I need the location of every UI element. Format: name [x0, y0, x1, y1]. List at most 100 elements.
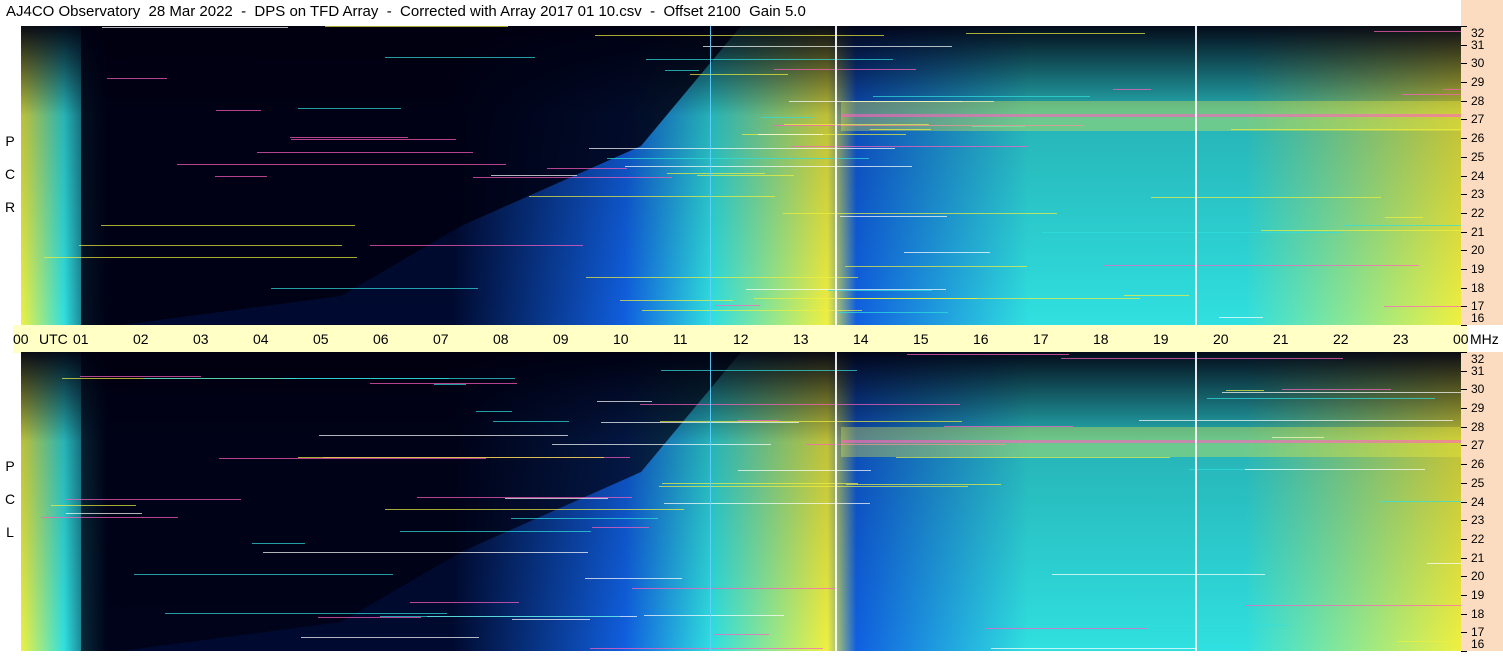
interference-line [589, 148, 895, 149]
interference-line [44, 257, 357, 258]
interference-line [1151, 197, 1381, 198]
lcp-frequency-axis: 16 17 18 19 20 21 22 23 24 25 26 27 28 29 30 31 32 [1461, 352, 1503, 652]
interference-line [1113, 89, 1151, 90]
frequency-tick [1461, 520, 1467, 522]
page-title: AJ4CO Observatory 28 Mar 2022 - DPS on T… [6, 3, 806, 20]
interference-line [665, 70, 699, 71]
interference-line [1261, 230, 1461, 231]
frequency-tick [1461, 26, 1467, 27]
utc-tick-label: 15 [913, 331, 929, 347]
frequency-tick [1461, 482, 1467, 484]
interference-line [662, 483, 858, 484]
frequency-tick-label: 25 [1471, 475, 1485, 490]
interference-line [385, 509, 684, 510]
vertical-marker-line [710, 352, 711, 651]
interference-line [298, 108, 401, 109]
frequency-tick [1461, 287, 1467, 289]
utc-tick-label: 00 [1453, 331, 1469, 347]
interference-line [301, 637, 479, 638]
frequency-tick [1461, 268, 1467, 270]
interference-line [165, 613, 447, 614]
interference-line [263, 552, 588, 553]
band-27mhz-core [841, 114, 1461, 117]
frequency-tick-label: 29 [1471, 75, 1485, 90]
interference-line [1384, 306, 1461, 307]
frequency-tick-label: 32 [1471, 352, 1485, 366]
frequency-tick [1461, 408, 1467, 410]
interference-line [642, 310, 862, 311]
interference-line [640, 404, 960, 405]
frequency-tick-label: 28 [1471, 419, 1485, 434]
interference-line [746, 289, 946, 290]
polarization-letter: R [4, 199, 16, 215]
lcp-spectrogram [21, 352, 1461, 651]
frequency-tick [1461, 557, 1467, 559]
utc-tick-label: 10 [613, 331, 629, 347]
interference-line [985, 628, 1147, 629]
interference-line [667, 173, 765, 174]
utc-tick-label: 04 [253, 331, 269, 347]
vertical-marker-line [1195, 26, 1197, 325]
utc-tick-label: 23 [1393, 331, 1409, 347]
frequency-tick-label: 29 [1471, 401, 1485, 416]
interference-line [252, 543, 305, 544]
frequency-tick [1461, 576, 1467, 578]
interference-line [547, 168, 627, 169]
interference-line [1402, 94, 1461, 95]
interference-line [966, 33, 1145, 34]
frequency-tick-label: 18 [1471, 606, 1485, 621]
frequency-tick-label: 22 [1471, 205, 1485, 220]
interference-line [410, 602, 519, 603]
utc-tick-label: 01 [73, 331, 89, 347]
rcp-spectrogram-canvas [21, 26, 1461, 325]
interference-line [505, 498, 608, 499]
frequency-tick [1461, 651, 1467, 652]
interference-line [134, 574, 393, 575]
interference-line [1042, 232, 1342, 233]
rcp-frequency-axis: 16 17 18 19 20 21 22 23 24 25 26 27 28 29 30 31 32 [1461, 26, 1503, 326]
interference-line [585, 578, 682, 579]
utc-tick-label: 12 [733, 331, 749, 347]
rcp-label: P C R [0, 125, 20, 224]
frequency-tick [1461, 212, 1467, 214]
frequency-tick-label: 30 [1471, 56, 1485, 71]
utc-tick-label: 22 [1333, 331, 1349, 347]
frequency-tick-label: 18 [1471, 280, 1485, 295]
interference-line [714, 634, 769, 635]
frequency-tick [1461, 632, 1467, 634]
frequency-tick [1461, 119, 1467, 121]
interference-line [177, 164, 506, 165]
interference-line [791, 146, 1027, 147]
frequency-tick [1461, 426, 1467, 428]
frequency-tick [1461, 594, 1467, 596]
utc-tick-label: 05 [313, 331, 329, 347]
interference-line [102, 27, 288, 28]
frequency-tick-label: 26 [1471, 457, 1485, 472]
frequency-tick [1461, 501, 1467, 503]
interference-line [493, 421, 569, 422]
interference-line [1374, 31, 1461, 32]
frequency-tick [1461, 538, 1467, 540]
interference-line [738, 420, 779, 421]
interference-line [590, 648, 823, 649]
interference-line [1443, 89, 1461, 90]
utc-unit-label: UTC [39, 331, 68, 347]
frequency-tick-label: 19 [1471, 261, 1485, 276]
frequency-tick-label: 27 [1471, 112, 1485, 127]
interference-line [529, 196, 775, 197]
vertical-marker-line [835, 352, 837, 651]
interference-line [754, 298, 977, 299]
interference-line [758, 134, 823, 135]
frequency-tick-label: 20 [1471, 243, 1485, 258]
band-27mhz-core [841, 440, 1461, 443]
interference-line [290, 137, 408, 138]
frequency-tick-label: 27 [1471, 438, 1485, 453]
interference-line [491, 175, 577, 176]
interference-line [417, 497, 632, 498]
vertical-marker-line [835, 26, 837, 325]
interference-line [904, 252, 990, 253]
interference-line [991, 648, 1197, 649]
interference-line [715, 305, 760, 306]
frequency-tick [1461, 389, 1467, 391]
utc-tick-label: 13 [793, 331, 809, 347]
